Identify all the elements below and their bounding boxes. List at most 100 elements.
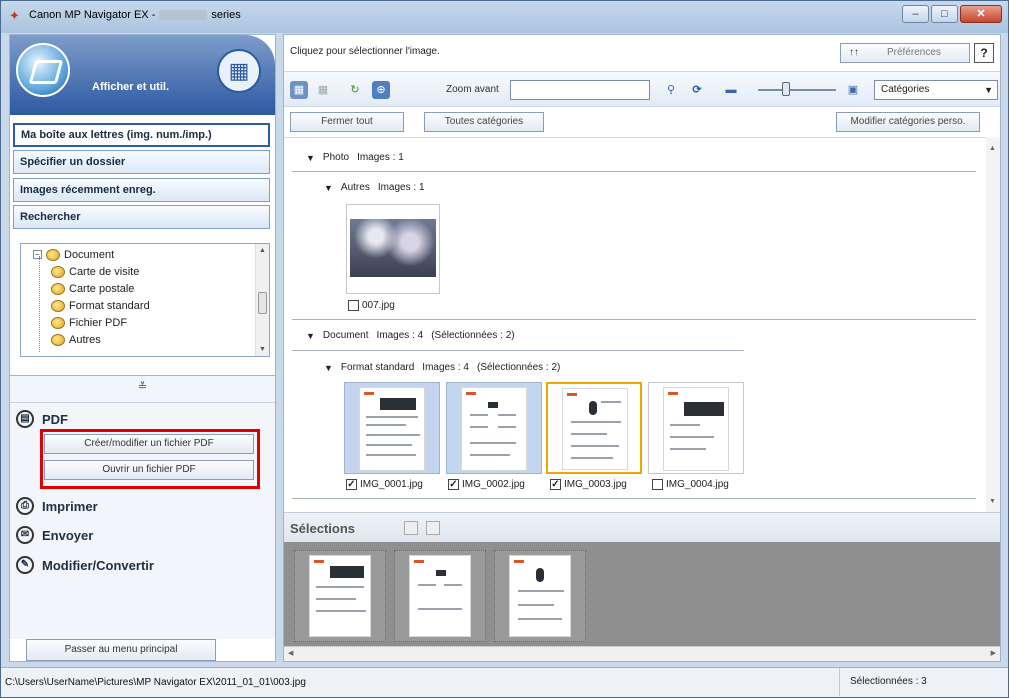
thumbnail-img-0003[interactable] [546,382,642,474]
tree-item-autres[interactable]: Autres [51,331,101,348]
scroll-up-icon[interactable]: ▲ [259,247,266,254]
group-photo[interactable]: ▼ Photo Images : 1 [306,152,404,163]
rotate-icon[interactable]: ↻ [346,81,364,99]
folder-icon [46,248,60,261]
task-edit-convert[interactable]: ✎ Modifier/Convertir [16,556,154,574]
view-use-icon: ▦ [217,49,261,93]
status-bar: C:\Users\UserName\Pictures\MP Navigator … [1,667,1008,697]
scroll-right-icon[interactable]: ▶ [991,649,996,657]
right-panel: Cliquez pour sélectionner l'image. ↑↑ Pr… [283,34,1001,662]
search-input[interactable] [510,80,650,100]
preferences-button[interactable]: ↑↑ Préférences [840,43,970,63]
file-path: C:\Users\UserName\Pictures\MP Navigator … [5,677,306,688]
selected-item[interactable] [494,550,586,642]
tree-item-carte-postale[interactable]: Carte postale [51,280,134,297]
expand-triangle-icon[interactable]: ▼ [306,153,315,163]
window-title-prefix: Canon MP Navigator EX - [29,9,156,21]
folder-tree[interactable]: − Document Carte de visite Carte postale… [20,243,270,357]
search-icon[interactable]: ⚲ [662,81,680,99]
scroll-down-icon[interactable]: ▼ [259,346,266,353]
tree-scroll-thumb[interactable] [258,292,267,314]
folder-icon [51,265,65,278]
scroll-up-icon[interactable]: ▲ [989,145,996,152]
collapse-chevron-icon[interactable]: ≚ [10,380,275,393]
preferences-icon: ↑↑ [849,47,859,58]
minimize-button[interactable]: – [902,5,929,23]
tree-item-document[interactable]: − Document [33,246,114,263]
grid-view-icon[interactable]: ▦ [314,81,332,99]
window-title: Canon MP Navigator EX - series [29,9,241,21]
selections-area[interactable] [284,542,1000,646]
caption-007[interactable]: 007.jpg [348,300,395,311]
group-document[interactable]: ▼ Document Images : 4 (Sélectionnées : 2… [306,330,515,341]
slider-knob[interactable] [782,82,790,96]
folder-icon [51,299,65,312]
nav-specify-folder[interactable]: Spécifier un dossier [13,150,270,174]
group-autres[interactable]: ▼ Autres Images : 1 [324,182,425,193]
main-menu-button[interactable]: Passer au menu principal [26,639,216,661]
app-icon: ✦ [9,8,20,23]
caption-img-0002[interactable]: ✓ IMG_0002.jpg [448,479,525,490]
group-format-standard[interactable]: ▼ Format standard Images : 4 (Sélectionn… [324,362,560,373]
maximize-button[interactable]: □ [931,5,958,23]
zoom-in-icon[interactable]: ⊕ [372,81,390,99]
nav-search[interactable]: Rechercher [13,205,270,229]
thumbnail-007[interactable] [346,204,440,294]
thumbnail-view-icon[interactable]: ▦ [290,81,308,99]
mode-label: Afficher et util. [92,81,170,93]
expand-triangle-icon[interactable]: ▼ [324,183,333,193]
tree-scrollbar[interactable]: ▲ ▼ [255,244,269,356]
selection-single-icon[interactable] [426,521,440,535]
thumbnail-img-0001[interactable] [344,382,440,474]
small-thumbnail-icon[interactable]: ▬ [722,81,740,99]
caption-img-0004[interactable]: IMG_0004.jpg [652,479,729,490]
task-send[interactable]: ✉ Envoyer [16,526,93,544]
nav-my-box[interactable]: Ma boîte aux lettres (img. num./imp.) [13,123,270,147]
redacted-model-name [159,10,208,20]
caption-img-0001[interactable]: ✓ IMG_0001.jpg [346,479,423,490]
thumbnail-area[interactable]: ▼ Photo Images : 1 ▼ Autres Images : 1 0… [284,137,1000,521]
content-scrollbar[interactable]: ▲ ▼ [986,137,1000,521]
checkbox-checked[interactable]: ✓ [448,479,459,490]
category-select[interactable]: Catégories ▼ [874,80,998,100]
navigator-orb-icon[interactable] [16,43,70,97]
refresh-icon[interactable]: ⟳ [688,81,706,99]
collapse-icon[interactable]: − [33,250,42,259]
caption-img-0003[interactable]: ✓ IMG_0003.jpg [550,479,627,490]
task-pdf[interactable]: ▤ PDF [16,410,68,428]
help-button[interactable]: ? [974,43,994,63]
selections-scrollbar[interactable]: ◀ ▶ [284,646,1000,661]
scroll-down-icon[interactable]: ▼ [989,498,996,505]
folder-icon [51,282,65,295]
checkbox-unchecked[interactable] [652,479,663,490]
thumbnail-img-0004[interactable] [648,382,744,474]
close-button[interactable]: ✕ [960,5,1002,23]
selected-item[interactable] [394,550,486,642]
tree-item-carte-visite[interactable]: Carte de visite [51,263,139,280]
highlight-box [40,429,260,489]
large-thumbnail-icon[interactable]: ▣ [844,81,862,99]
folder-icon [51,333,65,346]
expand-triangle-icon[interactable]: ▼ [324,363,333,373]
nav-recent-images[interactable]: Images récemment enreg. [13,178,270,202]
chevron-down-icon: ▼ [984,85,993,95]
folder-icon [51,316,65,329]
checkbox-checked[interactable]: ✓ [346,479,357,490]
checkbox-checked[interactable]: ✓ [550,479,561,490]
expand-triangle-icon[interactable]: ▼ [306,331,315,341]
task-print[interactable]: ⎙ Imprimer [16,497,98,515]
thumbnail-size-slider[interactable] [758,82,836,96]
tree-item-format-standard[interactable]: Format standard [51,297,150,314]
scroll-left-icon[interactable]: ◀ [288,649,293,657]
selection-grid-icon[interactable] [404,521,418,535]
checkbox-unchecked[interactable] [348,300,359,311]
close-all-button[interactable]: Fermer tout [290,112,404,132]
zoom-in-label[interactable]: Zoom avant [446,84,499,95]
window-title-suffix: series [211,9,241,21]
selected-item[interactable] [294,550,386,642]
instruction-text: Cliquez pour sélectionner l'image. [290,46,440,57]
tree-item-fichier-pdf[interactable]: Fichier PDF [51,314,127,331]
edit-categories-button[interactable]: Modifier catégories perso. [836,112,980,132]
thumbnail-img-0002[interactable] [446,382,542,474]
all-categories-button[interactable]: Toutes catégories [424,112,544,132]
